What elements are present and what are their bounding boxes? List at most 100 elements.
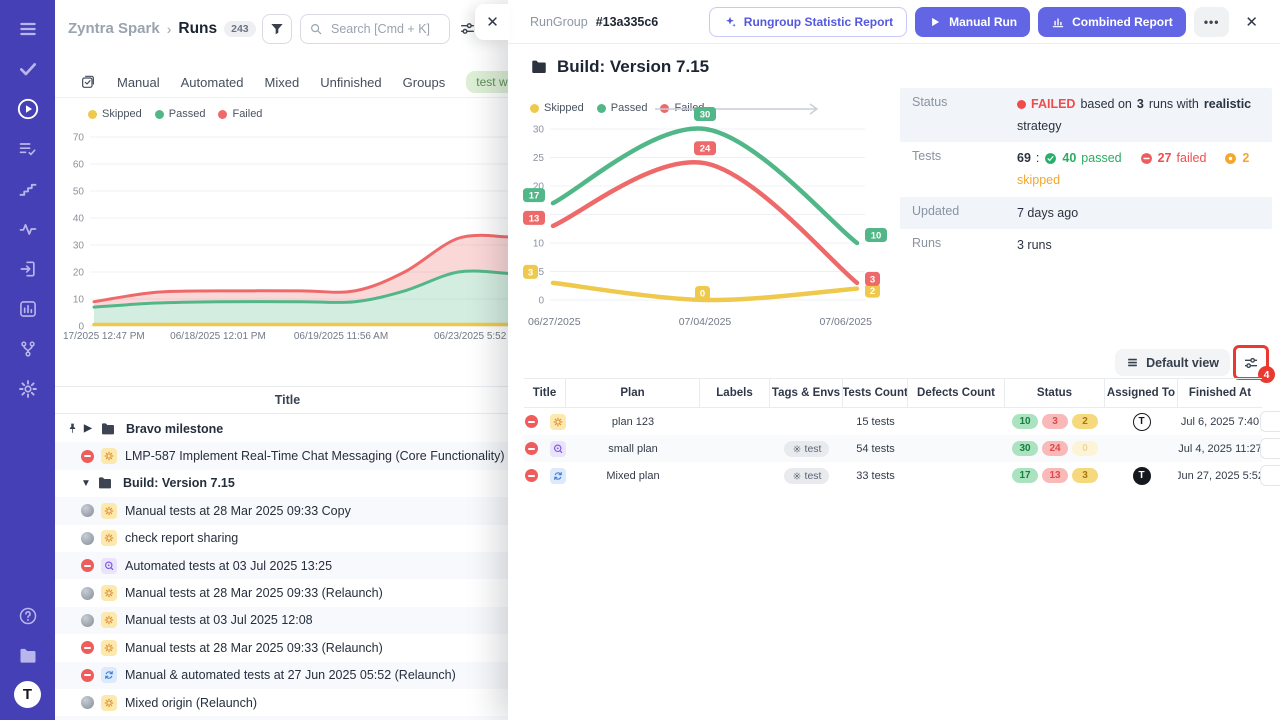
runs-table: ▶ Bravo milestone LMP-587 Implement Real-T… <box>55 415 520 720</box>
legend-label: Failed <box>232 108 262 120</box>
svg-text:17: 17 <box>529 191 540 202</box>
assigned-to-cell: T <box>1105 413 1178 431</box>
more-actions-button[interactable]: ••• <box>1194 7 1230 37</box>
manual-run-button[interactable]: Manual Run <box>915 7 1030 37</box>
pin-icon[interactable] <box>66 422 81 435</box>
manual-run-icon <box>101 585 117 601</box>
projects-icon[interactable] <box>13 641 43 671</box>
import-icon[interactable] <box>13 254 43 284</box>
combined-report-label: Combined Report <box>1072 15 1173 29</box>
svg-text:30: 30 <box>73 241 85 252</box>
settings-icon[interactable] <box>13 374 43 404</box>
svg-text:30: 30 <box>700 110 711 121</box>
select-all-icon[interactable] <box>80 74 96 90</box>
failed-pill: 24 <box>1042 441 1068 456</box>
run-title: Manual tests at 28 Mar 2025 09:33 (Relau… <box>125 641 383 655</box>
svg-text:07/04/2025: 07/04/2025 <box>679 316 732 328</box>
user-avatar[interactable]: T <box>14 681 41 708</box>
help-icon[interactable] <box>13 601 43 631</box>
run-row[interactable]: ▼Build: Version 7.15 <box>55 470 520 497</box>
sliders-icon <box>1243 355 1259 371</box>
run-row[interactable]: Manual tests at 28 Mar 2025 09:33 (Relau… <box>55 579 520 606</box>
row-action-button[interactable] <box>1260 465 1280 486</box>
svg-text:10: 10 <box>871 231 882 242</box>
tab-mixed[interactable]: Mixed <box>265 75 300 90</box>
legend-failed[interactable]: Failed <box>218 108 262 120</box>
filter-button[interactable] <box>262 14 292 44</box>
aborted-status-icon <box>81 532 94 545</box>
activity-icon[interactable] <box>13 214 43 244</box>
rungroup-label: RunGroup <box>530 15 588 29</box>
svg-text:06/18/2025 12:01 PM: 06/18/2025 12:01 PM <box>170 331 266 342</box>
aborted-status-icon <box>81 614 94 627</box>
caret-down-icon[interactable]: ▼ <box>81 478 95 489</box>
rungroup-run-row[interactable]: small plantest54 tests30240Jul 4, 2025 1… <box>524 435 1262 462</box>
tab-automated[interactable]: Automated <box>181 75 244 90</box>
runs-icon[interactable] <box>13 94 43 124</box>
failed-minus-icon <box>1140 152 1153 165</box>
failed-status-icon <box>525 415 538 428</box>
aborted-status-icon <box>81 587 94 600</box>
rungroup-run-row[interactable]: Mixed plantest33 tests17133TJun 27, 2025… <box>524 462 1262 489</box>
run-title: Mixed origin (Relaunch) <box>125 696 257 710</box>
svg-text:0: 0 <box>700 289 705 300</box>
tab-unfinished[interactable]: Unfinished <box>320 75 381 90</box>
manual-run-icon <box>101 695 117 711</box>
automated-run-icon <box>101 558 117 574</box>
row-action-button[interactable] <box>1260 438 1280 459</box>
run-row[interactable]: Manual tests at 28 Mar 2025 09:33 (Relau… <box>55 634 520 661</box>
runs-table-body: plan 12315 tests1032TJul 6, 2025 7:40sma… <box>524 408 1262 489</box>
legend-dot-icon <box>88 110 97 119</box>
view-settings-icon[interactable] <box>459 20 476 37</box>
row-action-button[interactable] <box>1260 411 1280 432</box>
runs-area-chart: 01020304050607017/2025 12:47 PM06/18/202… <box>60 125 520 355</box>
drawer-edge-close-button[interactable]: ✕ <box>475 4 510 40</box>
legend-skipped[interactable]: Skipped <box>88 108 142 120</box>
info-row-status: Status FAILED based on 3 runs with reali… <box>900 88 1272 142</box>
legend-passed[interactable]: Passed <box>155 108 206 120</box>
run-row[interactable]: check report sharing <box>55 525 520 552</box>
tab-groups[interactable]: Groups <box>403 75 446 90</box>
svg-text:0: 0 <box>538 296 544 307</box>
integrations-icon[interactable] <box>13 334 43 364</box>
run-title: Bravo milestone <box>126 422 223 436</box>
menu-icon[interactable] <box>13 14 43 44</box>
drawer-close-button[interactable]: ✕ <box>1237 9 1266 35</box>
svg-text:17/2025 12:47 PM: 17/2025 12:47 PM <box>63 331 145 342</box>
svg-text:50: 50 <box>73 187 85 198</box>
rungroup-statistic-report-label: Rungroup Statistic Report <box>744 15 893 29</box>
rungroup-line-chart: 0510152025303021324317301006/27/202507/0… <box>520 95 888 340</box>
milestones-icon[interactable] <box>13 174 43 204</box>
test-cases-icon[interactable] <box>13 134 43 164</box>
column-title: Title <box>524 379 566 407</box>
rungroup-statistic-report-button[interactable]: Rungroup Statistic Report <box>709 7 907 37</box>
run-title: Manual & automated tests at 27 Jun 2025 … <box>125 668 456 682</box>
breadcrumb-project[interactable]: Zyntra Spark <box>68 20 160 37</box>
run-row[interactable]: Manual tests at 28 Mar 2025 09:33 Copy <box>55 497 520 524</box>
check-icon[interactable] <box>13 54 43 84</box>
default-view-button[interactable]: Default view <box>1115 349 1230 376</box>
caret-right-icon[interactable]: ▶ <box>84 423 98 434</box>
run-row[interactable]: Manual tests at 03 Jul 2025 12:08 <box>55 607 520 634</box>
reports-icon[interactable] <box>13 294 43 324</box>
combined-report-button[interactable]: Combined Report <box>1038 7 1186 37</box>
drawer-header: RunGroup #13a335c6 Rungroup Statistic Re… <box>508 0 1280 44</box>
rungroup-run-row[interactable]: plan 12315 tests1032TJul 6, 2025 7:40 <box>524 408 1262 435</box>
run-row[interactable]: Mixed origin (Relaunch) <box>55 689 520 716</box>
run-row[interactable] <box>55 716 520 720</box>
run-row[interactable]: ▶ Bravo milestone <box>55 415 520 442</box>
run-row[interactable]: Automated tests at 03 Jul 2025 13:25 <box>55 552 520 579</box>
runs-header: Zyntra Spark › Runs 243 <box>68 13 476 44</box>
runs-tabs: ManualAutomatedMixedUnfinishedGroups tes… <box>80 71 520 93</box>
search-input[interactable] <box>329 21 441 37</box>
manual-run-icon <box>101 640 117 656</box>
assignee-avatar: T <box>1133 413 1151 431</box>
manual-run-label: Manual Run <box>949 15 1017 29</box>
svg-text:30: 30 <box>533 125 545 136</box>
tags-cell: test <box>770 468 843 484</box>
svg-text:25: 25 <box>533 153 545 164</box>
run-row[interactable]: Manual & automated tests at 27 Jun 2025 … <box>55 662 520 689</box>
tab-manual[interactable]: Manual <box>117 75 160 90</box>
run-row[interactable]: LMP-587 Implement Real-Time Chat Messagi… <box>55 442 520 469</box>
sparkles-icon <box>723 15 737 29</box>
